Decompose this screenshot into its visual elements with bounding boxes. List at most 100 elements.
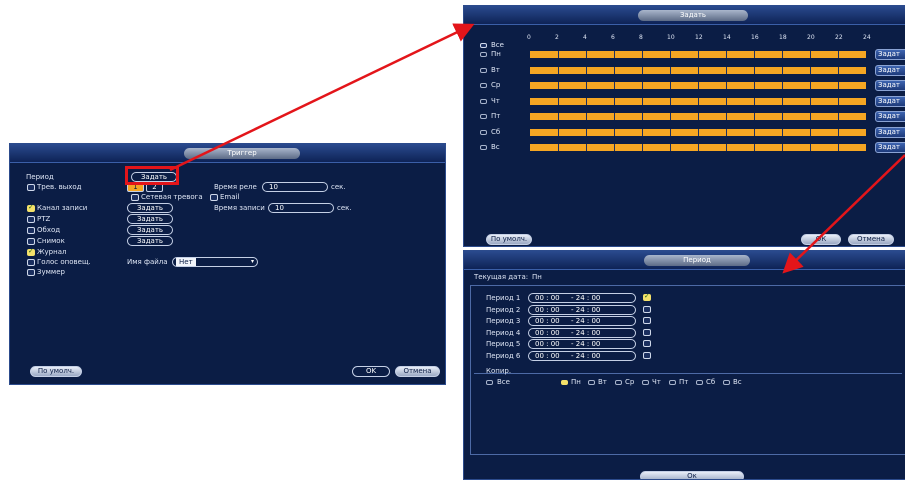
period-enable-checkbox[interactable]: [643, 292, 651, 301]
period-end-time[interactable]: - 24 : 00: [571, 352, 600, 360]
record-channel-checkbox[interactable]: [27, 203, 35, 212]
schedule-day-checkbox[interactable]: [480, 67, 487, 73]
schedule-gridline: [642, 82, 643, 89]
tour-checkbox[interactable]: [27, 227, 35, 234]
copy-day-checkbox[interactable]: [561, 380, 568, 385]
period-title: Период: [644, 255, 750, 266]
schedule-gridline: [558, 97, 559, 105]
email-checkbox[interactable]: [210, 194, 218, 201]
period-start-time[interactable]: 00 : 00: [535, 294, 560, 302]
copy-day-checkbox[interactable]: [723, 380, 730, 385]
schedule-day-set-button[interactable]: Задат: [875, 111, 905, 122]
schedule-day-label: Сб: [491, 127, 501, 136]
schedule-gridline: [558, 144, 559, 151]
hour-tick: 16: [751, 34, 759, 41]
period-time-range[interactable]: 00 : 00 - 24 : 00: [528, 327, 636, 338]
record-time-input[interactable]: 10: [268, 203, 334, 213]
ptz-checkbox[interactable]: [27, 216, 35, 223]
snapshot-checkbox[interactable]: [27, 238, 35, 245]
cancel-button[interactable]: Отмена: [395, 366, 440, 377]
period-start-time[interactable]: 00 : 00: [535, 340, 560, 348]
buzzer-label: Зуммер: [37, 268, 65, 276]
net-alarm-checkbox[interactable]: [131, 194, 139, 201]
copy-day-checkbox[interactable]: [588, 380, 595, 385]
schedule-gridline: [838, 113, 839, 120]
schedule-day-checkbox[interactable]: [480, 129, 487, 135]
period-row-label: Период 5: [486, 340, 521, 348]
ptz-set-button[interactable]: Задать: [127, 214, 173, 224]
schedule-gridline: [838, 144, 839, 151]
period-start-time[interactable]: 00 : 00: [535, 317, 560, 325]
record-channel-set-button[interactable]: Задать: [127, 203, 173, 213]
period-enable-checkbox[interactable]: [643, 351, 651, 359]
period-time-range[interactable]: 00 : 00 - 24 : 00: [528, 293, 636, 303]
schedule-gridline: [810, 82, 811, 89]
relay-time-input[interactable]: 10: [262, 182, 328, 192]
schedule-day-set-button[interactable]: Задат: [875, 126, 905, 138]
schedule-gridline: [642, 113, 643, 120]
schedule-day-label: Пн: [491, 50, 501, 58]
copy-day-checkbox[interactable]: [642, 380, 649, 385]
voice-prompt-checkbox[interactable]: [27, 259, 35, 266]
schedule-gridline: [726, 66, 727, 74]
snapshot-set-button[interactable]: Задать: [127, 236, 173, 246]
copy-day-label: Вс: [733, 378, 742, 386]
period-start-time[interactable]: 00 : 00: [535, 329, 560, 337]
schedule-default-button[interactable]: По умолч.: [486, 234, 532, 245]
record-time-unit: сек.: [337, 204, 352, 212]
schedule-gridline: [642, 51, 643, 58]
schedule-day-checkbox[interactable]: [480, 98, 487, 104]
schedule-day-set-button[interactable]: Задат: [875, 49, 905, 60]
schedule-day-set-button[interactable]: Задат: [875, 142, 905, 153]
period-ok-button[interactable]: Ок: [640, 471, 744, 479]
period-end-time[interactable]: - 24 : 00: [571, 317, 600, 325]
schedule-day-checkbox[interactable]: [480, 145, 487, 150]
period-label: Период: [26, 173, 54, 181]
schedule-all-checkbox[interactable]: [480, 43, 487, 48]
schedule-day-set-button[interactable]: Задат: [875, 95, 905, 107]
schedule-gridline: [838, 128, 839, 136]
schedule-day-checkbox[interactable]: [480, 52, 487, 57]
schedule-day-checkbox[interactable]: [480, 83, 487, 88]
log-checkbox[interactable]: [27, 247, 35, 256]
period-end-time[interactable]: - 24 : 00: [571, 294, 600, 302]
period-time-range[interactable]: 00 : 00 - 24 : 00: [528, 316, 636, 326]
file-name-select[interactable]: Нет ▾: [172, 257, 258, 267]
period-time-range[interactable]: 00 : 00 - 24 : 00: [528, 350, 636, 361]
copy-day-checkbox[interactable]: [615, 380, 622, 385]
schedule-gridline: [670, 144, 671, 151]
copy-day-checkbox[interactable]: [696, 380, 703, 385]
tour-set-button[interactable]: Задать: [127, 225, 173, 235]
schedule-gridline: [614, 128, 615, 136]
ok-button[interactable]: OK: [352, 366, 390, 377]
hour-tick: 18: [779, 34, 787, 41]
period-end-time[interactable]: - 24 : 00: [571, 340, 600, 348]
schedule-gridline: [614, 97, 615, 105]
schedule-gridline: [754, 97, 755, 105]
period-enable-checkbox[interactable]: [643, 340, 651, 347]
period-enable-checkbox[interactable]: [643, 317, 651, 324]
schedule-ok-button[interactable]: ОК: [801, 234, 841, 245]
trev-vyhod-checkbox[interactable]: [27, 184, 35, 191]
period-enable-checkbox[interactable]: [643, 305, 651, 313]
schedule-gridline: [698, 144, 699, 151]
copy-day-checkbox[interactable]: [669, 380, 676, 385]
schedule-gridline: [810, 97, 811, 105]
schedule-day-set-button[interactable]: Задат: [875, 80, 905, 91]
schedule-gridline: [754, 82, 755, 89]
schedule-gridline: [810, 51, 811, 58]
period-time-range[interactable]: 00 : 00 - 24 : 00: [528, 304, 636, 315]
default-button[interactable]: По умолч.: [30, 366, 82, 377]
period-end-time[interactable]: - 24 : 00: [571, 306, 600, 314]
buzzer-checkbox[interactable]: [27, 269, 35, 276]
period-start-time[interactable]: 00 : 00: [535, 352, 560, 360]
period-enable-checkbox[interactable]: [643, 328, 651, 336]
period-end-time[interactable]: - 24 : 00: [571, 329, 600, 337]
schedule-day-checkbox[interactable]: [480, 114, 487, 119]
copy-all-checkbox[interactable]: [486, 380, 493, 385]
schedule-day-set-button[interactable]: Задат: [875, 64, 905, 76]
period-time-range[interactable]: 00 : 00 - 24 : 00: [528, 339, 636, 349]
period-start-time[interactable]: 00 : 00: [535, 306, 560, 314]
schedule-cancel-button[interactable]: Отмена: [848, 234, 894, 245]
hour-tick: 2: [555, 34, 559, 41]
